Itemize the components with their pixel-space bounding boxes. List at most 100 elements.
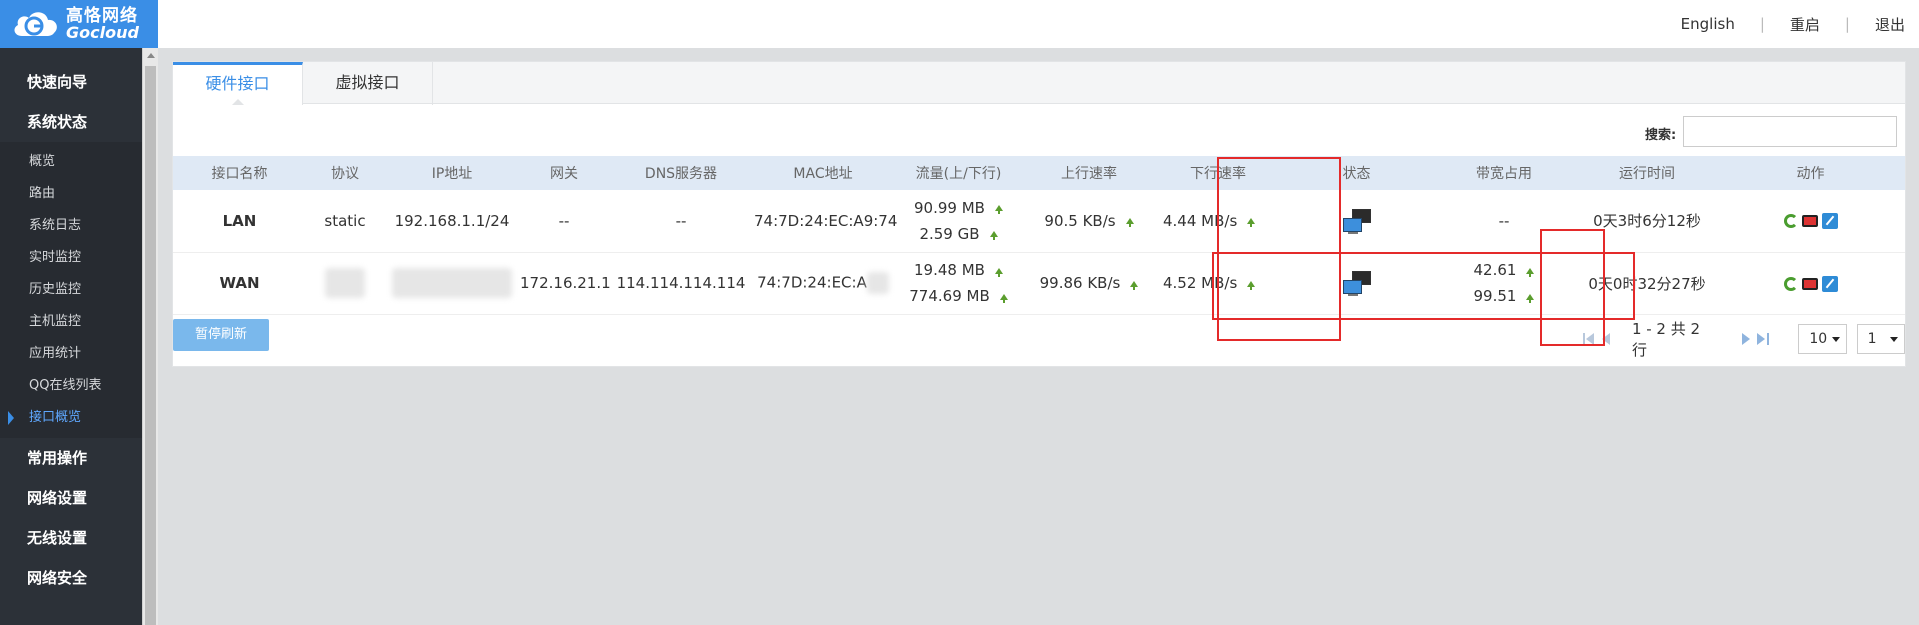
up-rate: 99.86 KB/s — [1039, 274, 1121, 292]
language-link[interactable]: English — [1681, 15, 1735, 33]
search-label: 搜索: — [1645, 128, 1677, 143]
sidebar-scrollbar[interactable] — [142, 48, 158, 625]
traffic-down: 2.59 GB — [919, 224, 980, 243]
mac-value: 74:7D:24:EC:A — [757, 273, 867, 292]
prev-page-icon[interactable] — [1600, 333, 1611, 345]
arrow-up-icon — [1130, 280, 1139, 290]
monitor-icon[interactable] — [1801, 277, 1818, 290]
traffic-down: 774.69 MB — [909, 287, 990, 305]
search-input[interactable] — [1683, 116, 1897, 147]
cell-up-rate: 90.5 KB/s — [1025, 190, 1153, 253]
cell-status — [1283, 252, 1430, 315]
cell-status — [1283, 190, 1430, 253]
col-traffic: 流量(上/下行) — [892, 156, 1025, 190]
cell-gateway: -- — [520, 190, 608, 253]
col-dns: DNS服务器 — [608, 156, 754, 190]
col-ip: IP地址 — [384, 156, 520, 190]
pause-refresh-button[interactable]: 暂停刷新 — [173, 319, 269, 351]
page-size-select[interactable]: 10 — [1798, 324, 1847, 354]
cell-mac: 74:7D:24:EC:A9:74 — [754, 190, 897, 253]
refresh-icon[interactable] — [1783, 214, 1798, 229]
sidebar-item-qq[interactable]: QQ在线列表 — [0, 370, 142, 402]
sidebar-group-network[interactable]: 网络设置 — [0, 478, 142, 518]
sidebar-item-overview[interactable]: 概览 — [0, 146, 142, 178]
sidebar-group-wireless[interactable]: 无线设置 — [0, 518, 142, 558]
logo-cn: 高恪网络 — [66, 5, 138, 26]
col-actions: 动作 — [1716, 156, 1905, 190]
cell-protocol — [306, 252, 384, 315]
cell-up-rate: 99.86 KB/s — [1025, 252, 1153, 315]
cell-uptime: 0天3时6分12秒 — [1578, 190, 1716, 253]
col-gateway: 网关 — [520, 156, 608, 190]
redacted-ip — [392, 268, 512, 298]
sidebar-submenu: 概览 路由 系统日志 实时监控 历史监控 主机监控 应用统计 QQ在线列表 接口… — [0, 142, 142, 438]
sidebar-item-interfaces[interactable]: 接口概览 — [0, 402, 142, 434]
col-name: 接口名称 — [173, 156, 306, 190]
cell-down-rate: 4.52 MB/s — [1153, 252, 1283, 315]
edit-icon[interactable] — [1821, 275, 1838, 292]
interface-panel: 硬件接口 虚拟接口 搜索: 接口名称 协议 IP地址 网关 DNS服务器 MAC… — [172, 61, 1906, 367]
cloud-logo-icon — [10, 6, 62, 42]
arrow-up-icon — [999, 293, 1008, 303]
cell-down-rate: 4.44 MB/s — [1153, 190, 1283, 253]
reboot-link[interactable]: 重启 — [1790, 14, 1820, 35]
sidebar-item-realtime[interactable]: 实时监控 — [0, 242, 142, 274]
table-row-wan: WAN 172.16.21.1 114.114.114.114 74:7D:24… — [173, 252, 1905, 315]
cell-actions — [1716, 190, 1905, 253]
page-info: 1 - 2 共 2 行 — [1631, 320, 1701, 359]
logo[interactable]: 高恪网络 Gocloud — [0, 0, 158, 48]
sidebar-group-wizard[interactable]: 快速向导 — [0, 62, 142, 102]
col-protocol: 协议 — [306, 156, 384, 190]
arrow-up-icon — [1247, 218, 1256, 228]
sidebar: 快速向导 系统状态 概览 路由 系统日志 实时监控 历史监控 主机监控 应用统计… — [0, 48, 142, 625]
col-bandwidth: 带宽占用 — [1430, 156, 1578, 190]
traffic-up: 19.48 MB — [914, 261, 985, 279]
cell-actions — [1716, 252, 1905, 315]
cell-dns: 114.114.114.114 — [608, 252, 754, 315]
cell-ip: 192.168.1.1/24 — [384, 190, 520, 253]
down-rate: 4.44 MB/s — [1163, 211, 1238, 230]
sidebar-group-security[interactable]: 网络安全 — [0, 558, 142, 598]
cell-dns: -- — [608, 190, 754, 253]
tab-hardware[interactable]: 硬件接口 — [173, 62, 303, 105]
down-rate: 4.52 MB/s — [1163, 274, 1238, 292]
last-page-icon[interactable] — [1757, 333, 1770, 345]
cell-uptime: 0天0时32分27秒 — [1578, 252, 1716, 315]
sidebar-item-apps[interactable]: 应用统计 — [0, 338, 142, 370]
sidebar-item-host[interactable]: 主机监控 — [0, 306, 142, 338]
monitor-icon[interactable] — [1801, 215, 1818, 228]
cell-gateway: 172.16.21.1 — [520, 252, 611, 315]
logo-text: 高恪网络 Gocloud — [66, 5, 139, 42]
tab-virtual[interactable]: 虚拟接口 — [303, 62, 433, 105]
first-page-icon[interactable] — [1583, 333, 1595, 345]
edit-icon[interactable] — [1821, 213, 1838, 230]
cell-traffic: 90.99 MB 2.59 GB — [892, 190, 1025, 253]
logo-en: Gocloud — [66, 22, 139, 42]
page-number-select[interactable]: 1 — [1856, 324, 1905, 354]
scrollbar-thumb[interactable] — [145, 66, 156, 625]
cell-protocol: static — [306, 190, 384, 253]
cell-traffic: 19.48 MB 774.69 MB — [892, 252, 1025, 315]
arrow-up-icon — [994, 205, 1003, 215]
redacted-protocol — [325, 268, 365, 298]
arrow-up-icon — [1526, 267, 1535, 277]
col-down-rate: 下行速率 — [1153, 156, 1283, 190]
sidebar-item-history[interactable]: 历史监控 — [0, 274, 142, 306]
cell-name: WAN — [173, 252, 306, 315]
sidebar-item-route[interactable]: 路由 — [0, 178, 142, 210]
refresh-icon[interactable] — [1783, 276, 1798, 291]
scroll-up-icon[interactable] — [147, 53, 155, 58]
pagination: 1 - 2 共 2 行 10 1 — [1583, 320, 1905, 359]
top-bar: 高恪网络 Gocloud English | 重启 | 退出 — [0, 0, 1919, 48]
arrow-up-icon — [994, 267, 1003, 277]
top-nav: English | 重启 | 退出 — [1681, 0, 1905, 48]
sidebar-item-syslog[interactable]: 系统日志 — [0, 210, 142, 242]
next-page-icon[interactable] — [1740, 333, 1751, 345]
redacted-mac — [866, 272, 889, 294]
sidebar-group-common[interactable]: 常用操作 — [0, 438, 142, 478]
sidebar-group-status[interactable]: 系统状态 — [0, 102, 142, 142]
cell-ip — [384, 252, 520, 315]
logout-link[interactable]: 退出 — [1875, 14, 1905, 35]
connected-computers-icon — [1342, 207, 1372, 235]
table-header: 接口名称 协议 IP地址 网关 DNS服务器 MAC地址 流量(上/下行) 上行… — [173, 156, 1905, 190]
